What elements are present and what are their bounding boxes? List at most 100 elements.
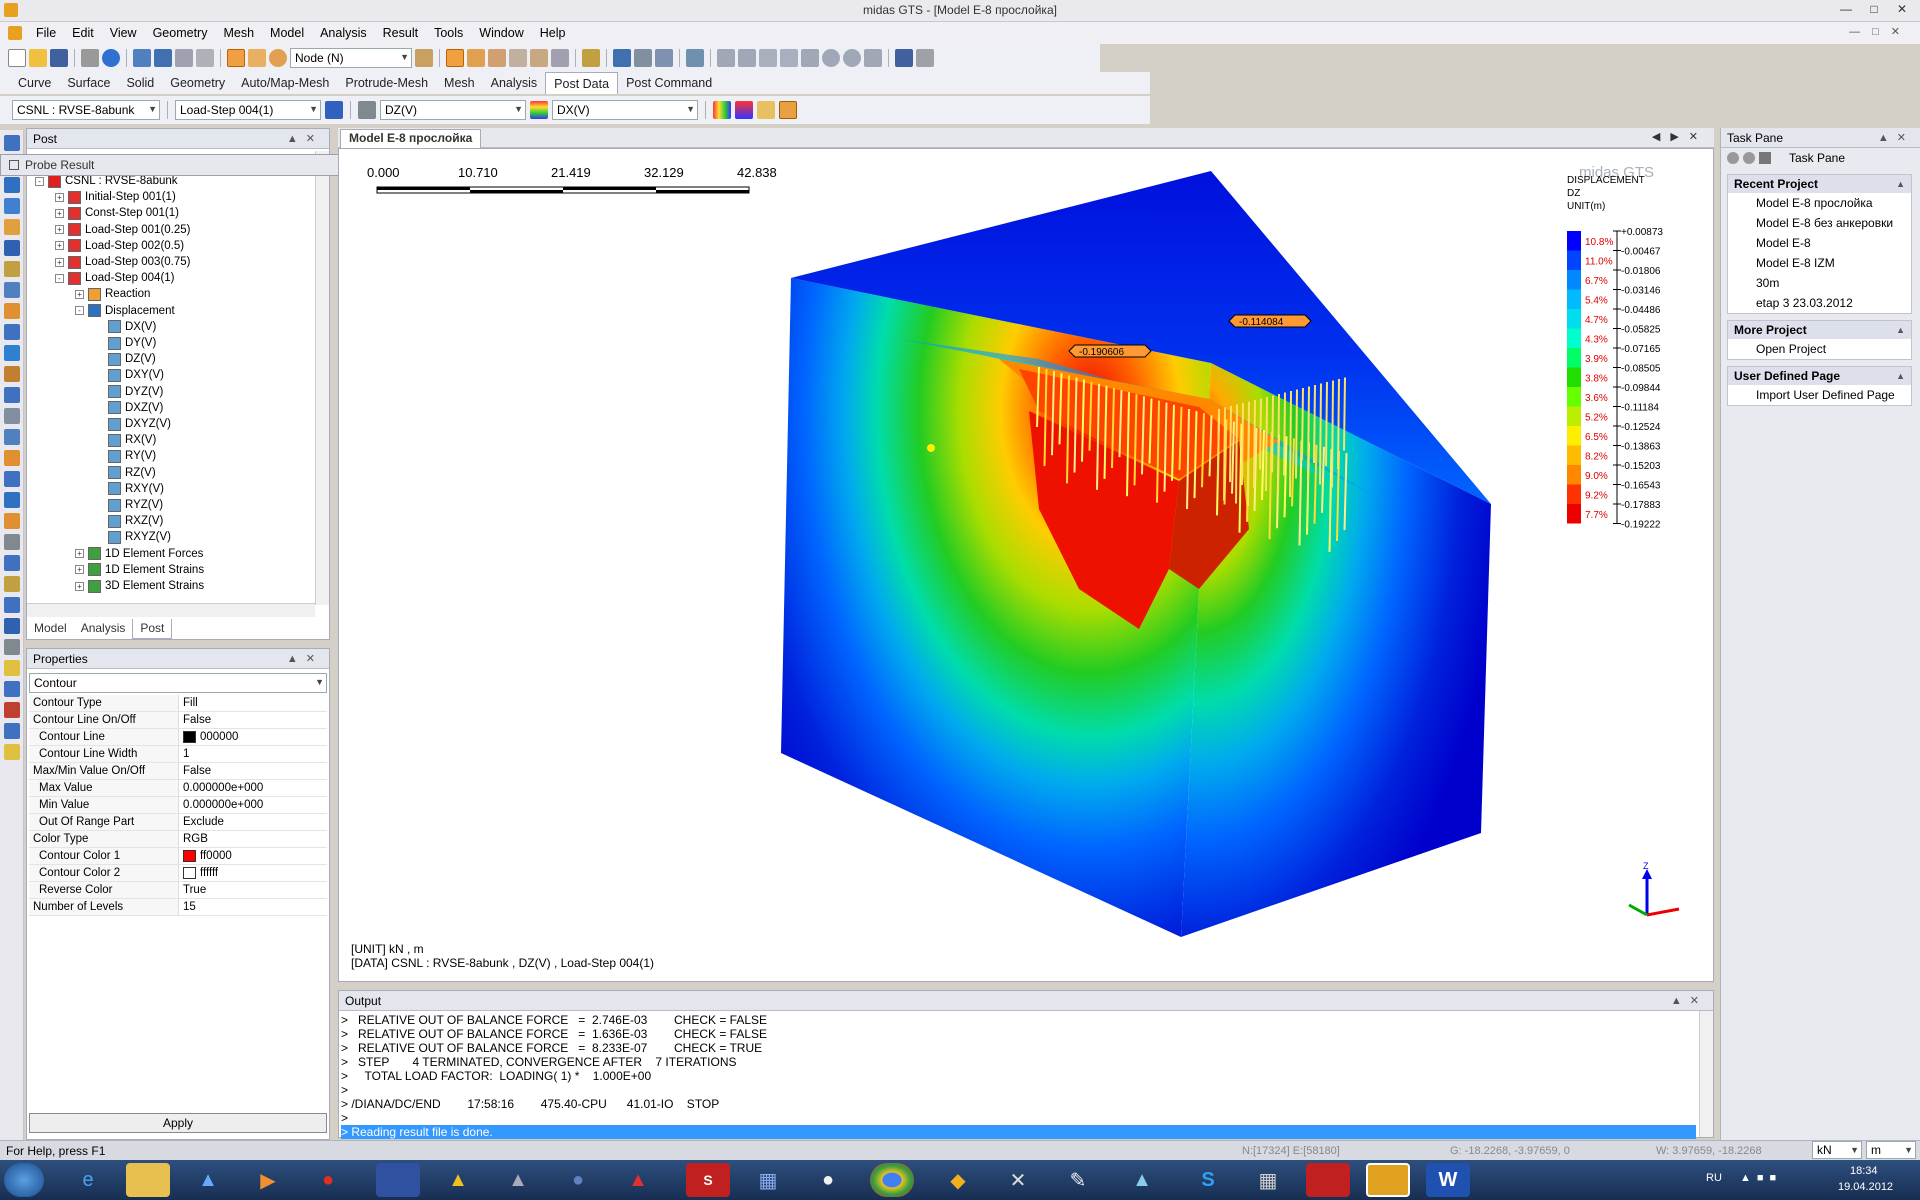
- model-viewport[interactable]: midas GTS 0.000 10.710 21.419 32.129 42.838 …: [338, 148, 1714, 982]
- step-combo[interactable]: Load-Step 004(1) ▼: [175, 100, 321, 120]
- menu-file[interactable]: File: [28, 26, 64, 40]
- task-section-header[interactable]: Recent Project ▲: [1728, 175, 1911, 193]
- tree-node[interactable]: RZ(V): [95, 465, 156, 481]
- collapse-icon[interactable]: ▲: [1896, 367, 1905, 385]
- mdi-controls[interactable]: —□✕: [1849, 25, 1912, 38]
- tool-icon[interactable]: [4, 282, 20, 298]
- filter-icon[interactable]: [582, 49, 600, 67]
- crosshair-icon[interactable]: [738, 49, 756, 67]
- task-link[interactable]: Model E-8: [1728, 233, 1911, 253]
- rotate-icon[interactable]: [467, 49, 485, 67]
- task-link[interactable]: Model E-8 без анкеровки: [1728, 213, 1911, 233]
- output-line-highlighted[interactable]: > Reading result file is done.: [341, 1125, 1696, 1139]
- menu-window[interactable]: Window: [471, 26, 531, 40]
- chart-icon[interactable]: ▦: [746, 1163, 790, 1197]
- task-link[interactable]: 30m: [1728, 273, 1911, 293]
- tree-node[interactable]: + Reaction: [75, 286, 150, 302]
- tray-icons[interactable]: ▲■■: [1740, 1172, 1782, 1184]
- tool-icon[interactable]: [4, 429, 20, 445]
- expand-icon[interactable]: +: [75, 549, 84, 559]
- tree-node[interactable]: +1D Element Forces: [75, 546, 203, 562]
- fit-icon[interactable]: [530, 49, 548, 67]
- select-mode-combo[interactable]: Node (N) ▼: [290, 48, 412, 68]
- expand-icon[interactable]: +: [55, 257, 64, 267]
- tree-node[interactable]: DXYZ(V): [95, 416, 171, 432]
- open-icon[interactable]: [29, 49, 47, 67]
- unlock-icon[interactable]: [779, 101, 797, 119]
- expand-icon[interactable]: +: [55, 208, 64, 218]
- pane-pin-close-icon[interactable]: ▲✕: [1878, 131, 1920, 144]
- ie-icon[interactable]: e: [66, 1163, 110, 1197]
- cad-icon[interactable]: ▲: [496, 1163, 540, 1197]
- grid-point-icon[interactable]: [864, 49, 882, 67]
- property-row[interactable]: Number of Levels 15: [29, 899, 327, 916]
- probe-label-2[interactable]: -0.190606: [1068, 344, 1152, 358]
- property-row[interactable]: Min Value 0.000000e+000: [29, 797, 327, 814]
- select-icon[interactable]: [227, 49, 245, 67]
- tool-icon[interactable]: [4, 744, 20, 760]
- select-polygon-icon[interactable]: [269, 49, 287, 67]
- deform-icon[interactable]: [735, 101, 753, 119]
- property-value[interactable]: True: [179, 882, 327, 898]
- property-value[interactable]: 0.000000e+000: [179, 797, 327, 813]
- tree-node[interactable]: DX(V): [95, 319, 156, 335]
- snap-icon[interactable]: [446, 49, 464, 67]
- collapse-icon[interactable]: -: [35, 176, 44, 186]
- task-link[interactable]: Open Project: [1728, 339, 1911, 359]
- down-arrow-icon[interactable]: [154, 49, 172, 67]
- tree-node[interactable]: RXZ(V): [95, 513, 163, 529]
- tab-mesh[interactable]: Mesh: [436, 72, 483, 94]
- tool-icon[interactable]: [4, 597, 20, 613]
- lock-icon[interactable]: [916, 49, 934, 67]
- property-value[interactable]: Exclude: [179, 814, 327, 830]
- explorer-icon[interactable]: [126, 1163, 170, 1197]
- task-link[interactable]: Import User Defined Page: [1728, 385, 1911, 405]
- skype-icon[interactable]: S: [1186, 1163, 1230, 1197]
- down-arrow-gray-icon[interactable]: [196, 49, 214, 67]
- globe-icon[interactable]: ●: [556, 1163, 600, 1197]
- collapse-icon[interactable]: ▲: [1896, 175, 1905, 193]
- display-icon[interactable]: [613, 49, 631, 67]
- expand-icon[interactable]: +: [55, 225, 64, 235]
- property-value[interactable]: 0.000000e+000: [179, 780, 327, 796]
- property-value[interactable]: False: [179, 763, 327, 779]
- tool-icon[interactable]: [4, 513, 20, 529]
- pan-icon[interactable]: [488, 49, 506, 67]
- start-button-icon[interactable]: [4, 1163, 44, 1197]
- unselect-icon[interactable]: [415, 49, 433, 67]
- mesh-grid-icon[interactable]: [717, 49, 735, 67]
- tree-node[interactable]: RYZ(V): [95, 497, 163, 513]
- center-snap-icon[interactable]: [843, 49, 861, 67]
- zoom-icon[interactable]: [509, 49, 527, 67]
- tree-node[interactable]: + Load-Step 002(0.5): [55, 238, 184, 254]
- tool-icon[interactable]: [4, 240, 20, 256]
- property-value[interactable]: False: [179, 712, 327, 728]
- minimize-icon[interactable]: —: [1832, 2, 1860, 18]
- tab-protrude-mesh[interactable]: Protrude-Mesh: [337, 72, 436, 94]
- tab-post-command[interactable]: Post Command: [618, 72, 720, 94]
- home-icon[interactable]: [1759, 152, 1771, 164]
- tree-node[interactable]: +3D Element Strains: [75, 578, 204, 594]
- tool-icon[interactable]: [4, 219, 20, 235]
- property-row[interactable]: Contour Color 2 ffffff: [29, 865, 327, 882]
- pane-pin-close-icon[interactable]: ▲✕: [1671, 994, 1713, 1007]
- property-row[interactable]: Max Value 0.000000e+000: [29, 780, 327, 797]
- tool-icon[interactable]: [4, 576, 20, 592]
- language-indicator[interactable]: RU: [1706, 1172, 1722, 1184]
- undo-icon[interactable]: [133, 49, 151, 67]
- tool-icon[interactable]: [4, 324, 20, 340]
- tree-node[interactable]: + Initial-Step 001(1): [55, 189, 176, 205]
- pane-pin-close-icon[interactable]: ▲✕: [287, 132, 329, 145]
- length-unit-combo[interactable]: m ▼: [1866, 1141, 1916, 1159]
- tab-model-view[interactable]: Model E-8 прослойка: [340, 129, 482, 148]
- properties-selector[interactable]: Contour ▼: [29, 673, 327, 693]
- node-snap-icon[interactable]: [801, 49, 819, 67]
- pane-tab-post[interactable]: Post: [132, 619, 173, 639]
- view-tab-nav-icon[interactable]: ◀▶✕: [1652, 130, 1708, 143]
- clock-date[interactable]: 19.04.2012: [1838, 1181, 1893, 1193]
- tool-icon[interactable]: [4, 135, 20, 151]
- measure-icon[interactable]: [551, 49, 569, 67]
- component-combo[interactable]: DZ(V) ▼: [380, 100, 526, 120]
- help-icon[interactable]: [102, 49, 120, 67]
- collapse-icon[interactable]: ▲: [1896, 321, 1905, 339]
